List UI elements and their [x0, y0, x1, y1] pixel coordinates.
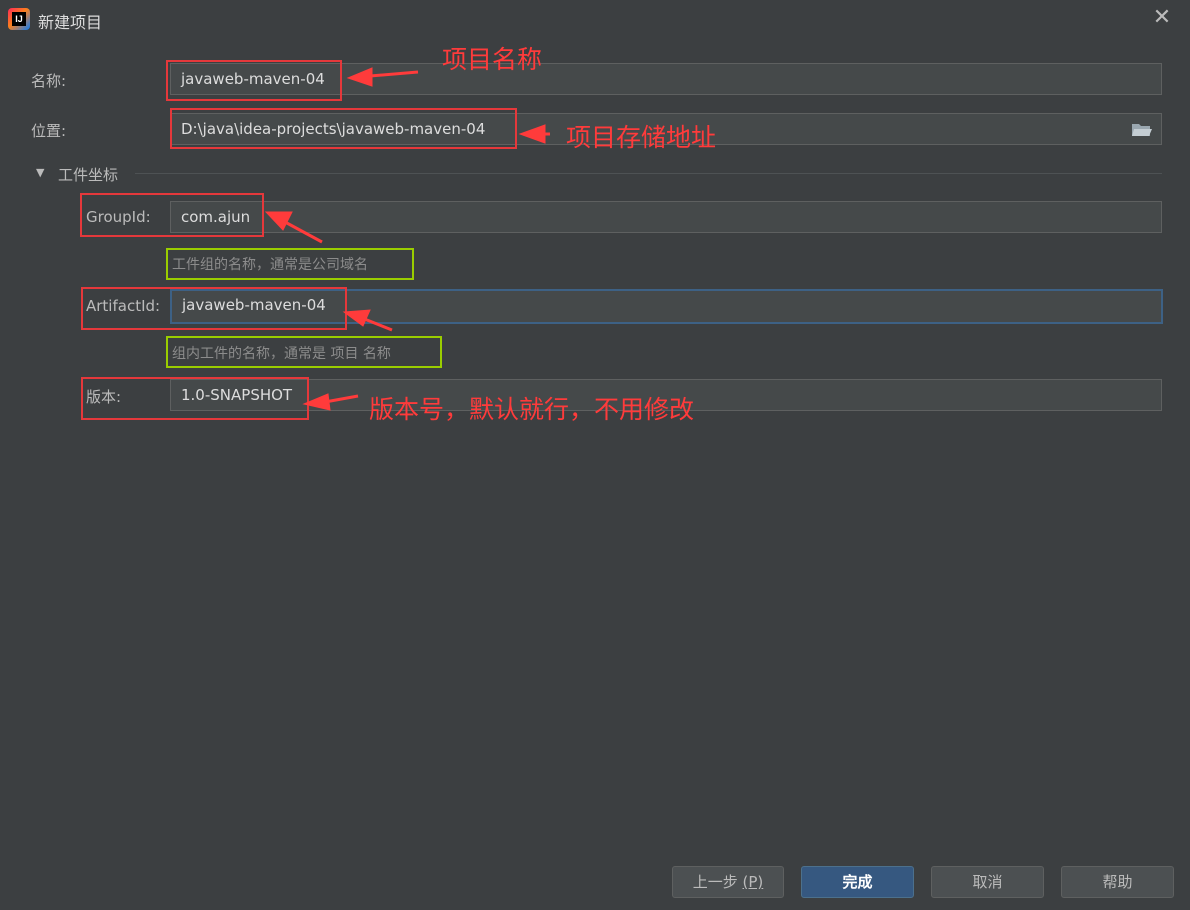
annotation-version-note: 版本号，默认就行，不用修改: [369, 395, 695, 424]
help-button[interactable]: 帮助: [1061, 866, 1174, 898]
arrow-artifactid: [342, 309, 371, 327]
annotation-location-note: 项目存储地址: [566, 123, 717, 152]
annotation-name-note: 项目名称: [442, 45, 543, 74]
finish-button[interactable]: 完成: [801, 866, 914, 898]
previous-button-label: 上一步: [692, 873, 743, 891]
arrow-groupid: [264, 211, 293, 231]
previous-button-mnemonic: (P): [742, 873, 764, 891]
arrow-version: [302, 393, 331, 411]
arrow-location: [518, 124, 546, 144]
arrow-name: [346, 67, 373, 87]
previous-button[interactable]: 上一步 (P): [672, 866, 784, 898]
cancel-button[interactable]: 取消: [931, 866, 1044, 898]
